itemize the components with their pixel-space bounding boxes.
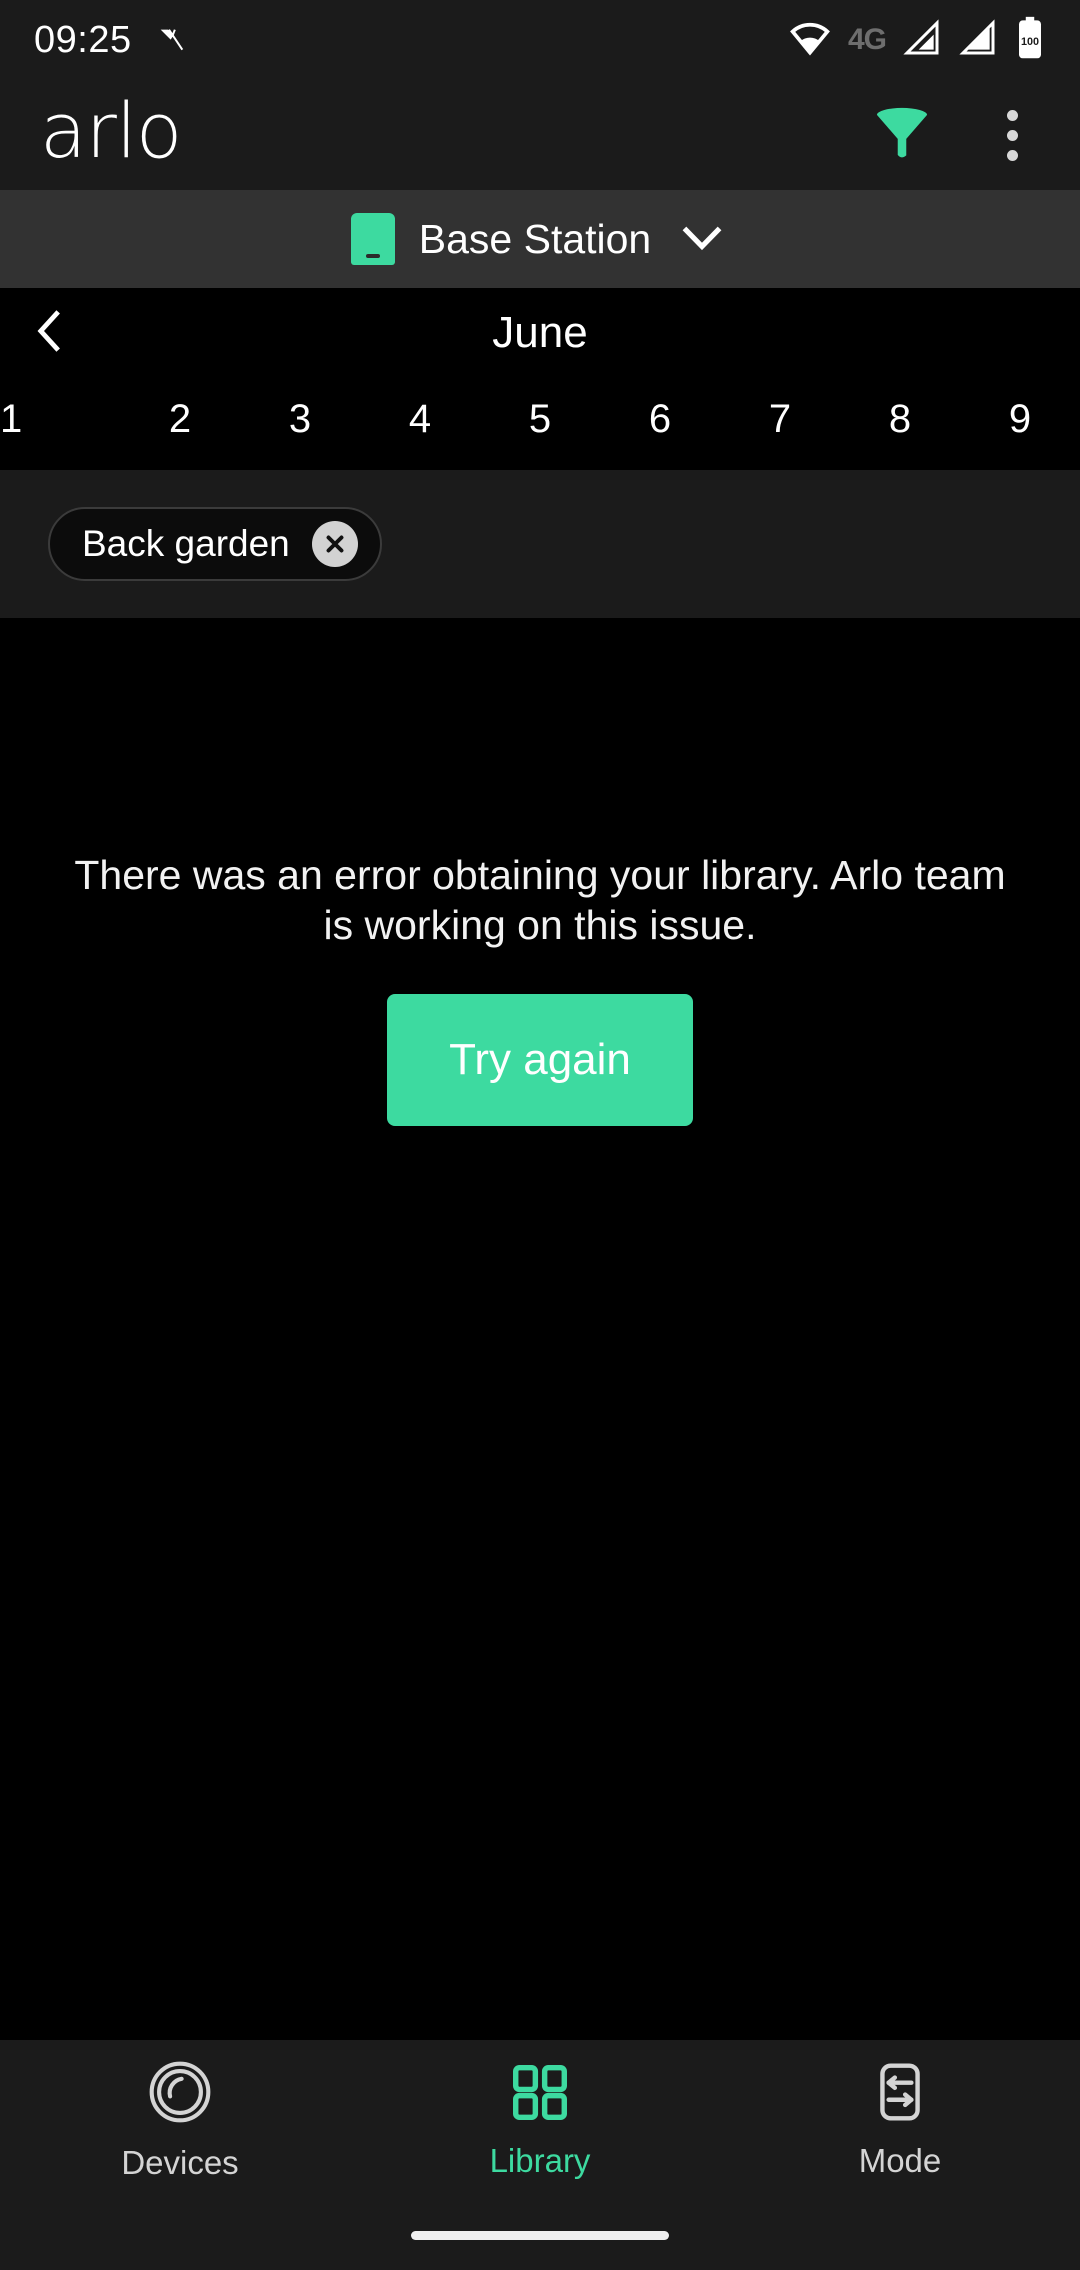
- chevron-down-icon: [675, 210, 729, 269]
- library-content: There was an error obtaining your librar…: [0, 618, 1080, 2040]
- nav-label-mode: Mode: [858, 2141, 942, 2179]
- filter-chip-label: Back garden: [82, 523, 290, 564]
- signal-cellular-1-icon: [902, 18, 942, 63]
- filter-funnel-icon: [870, 101, 934, 170]
- base-station-selector[interactable]: Base Station: [0, 190, 1080, 288]
- date-cell-2[interactable]: 2: [120, 397, 240, 442]
- filter-chip-row: Back garden: [0, 470, 1080, 618]
- app-bar: arlo: [0, 80, 1080, 190]
- network-type-label: 4G: [847, 23, 887, 56]
- nav-item-devices[interactable]: Devices: [0, 2059, 360, 2182]
- month-title: June: [492, 308, 588, 357]
- app-bar-actions: [864, 97, 1050, 173]
- date-cell-1[interactable]: 1: [0, 397, 120, 442]
- nav-label-devices: Devices: [121, 2143, 239, 2181]
- vpn-key-icon: [154, 18, 194, 63]
- status-bar: 09:25 4G 100: [0, 0, 1080, 80]
- date-cell-4[interactable]: 4: [360, 397, 480, 442]
- date-cell-6[interactable]: 6: [600, 397, 720, 442]
- grid-squares-icon: [509, 2061, 571, 2128]
- status-bar-left: 09:25: [34, 18, 194, 63]
- arlo-logo: arlo: [40, 86, 182, 175]
- battery-icon: 100: [1014, 16, 1046, 65]
- status-bar-right: 4G 100: [788, 16, 1046, 65]
- date-cell-5[interactable]: 5: [480, 397, 600, 442]
- overflow-menu-icon: [1006, 109, 1018, 161]
- date-cell-3[interactable]: 3: [240, 397, 360, 442]
- date-strip[interactable]: 1 2 3 4 5 6 7 8 9: [0, 378, 1080, 470]
- date-cell-9[interactable]: 9: [960, 397, 1080, 442]
- close-circle-icon[interactable]: [311, 521, 358, 567]
- camera-lens-icon: [147, 2059, 213, 2130]
- filter-button[interactable]: [864, 97, 940, 173]
- filter-chip-back-garden[interactable]: Back garden: [48, 507, 382, 581]
- chevron-left-icon: [23, 305, 75, 362]
- month-header: June: [0, 288, 1080, 378]
- system-gesture-bar: [0, 2200, 1080, 2270]
- app-screen: 09:25 4G 100 arlo Base Station June 1 2 …: [0, 0, 1080, 2270]
- error-state: There was an error obtaining your librar…: [0, 850, 1080, 1126]
- base-station-label: Base Station: [418, 215, 652, 262]
- date-cell-8[interactable]: 8: [840, 397, 960, 442]
- wifi-icon: [788, 16, 832, 65]
- mode-sliders-icon: [869, 2061, 931, 2128]
- status-clock: 09:25: [34, 18, 132, 61]
- signal-cellular-2-icon: [958, 18, 998, 63]
- error-message: There was an error obtaining your librar…: [74, 852, 1006, 948]
- bottom-navigation: Devices Library Mode: [0, 2040, 1080, 2200]
- gesture-pill[interactable]: [411, 2230, 669, 2240]
- overflow-menu-button[interactable]: [974, 97, 1050, 173]
- try-again-button[interactable]: Try again: [387, 994, 693, 1126]
- nav-label-library: Library: [489, 2141, 591, 2179]
- previous-month-button[interactable]: [14, 298, 84, 368]
- nav-item-library[interactable]: Library: [360, 2061, 720, 2180]
- base-station-icon: [350, 213, 395, 265]
- nav-item-mode[interactable]: Mode: [720, 2061, 1080, 2180]
- battery-level-label: 100: [1021, 35, 1039, 47]
- date-cell-7[interactable]: 7: [720, 397, 840, 442]
